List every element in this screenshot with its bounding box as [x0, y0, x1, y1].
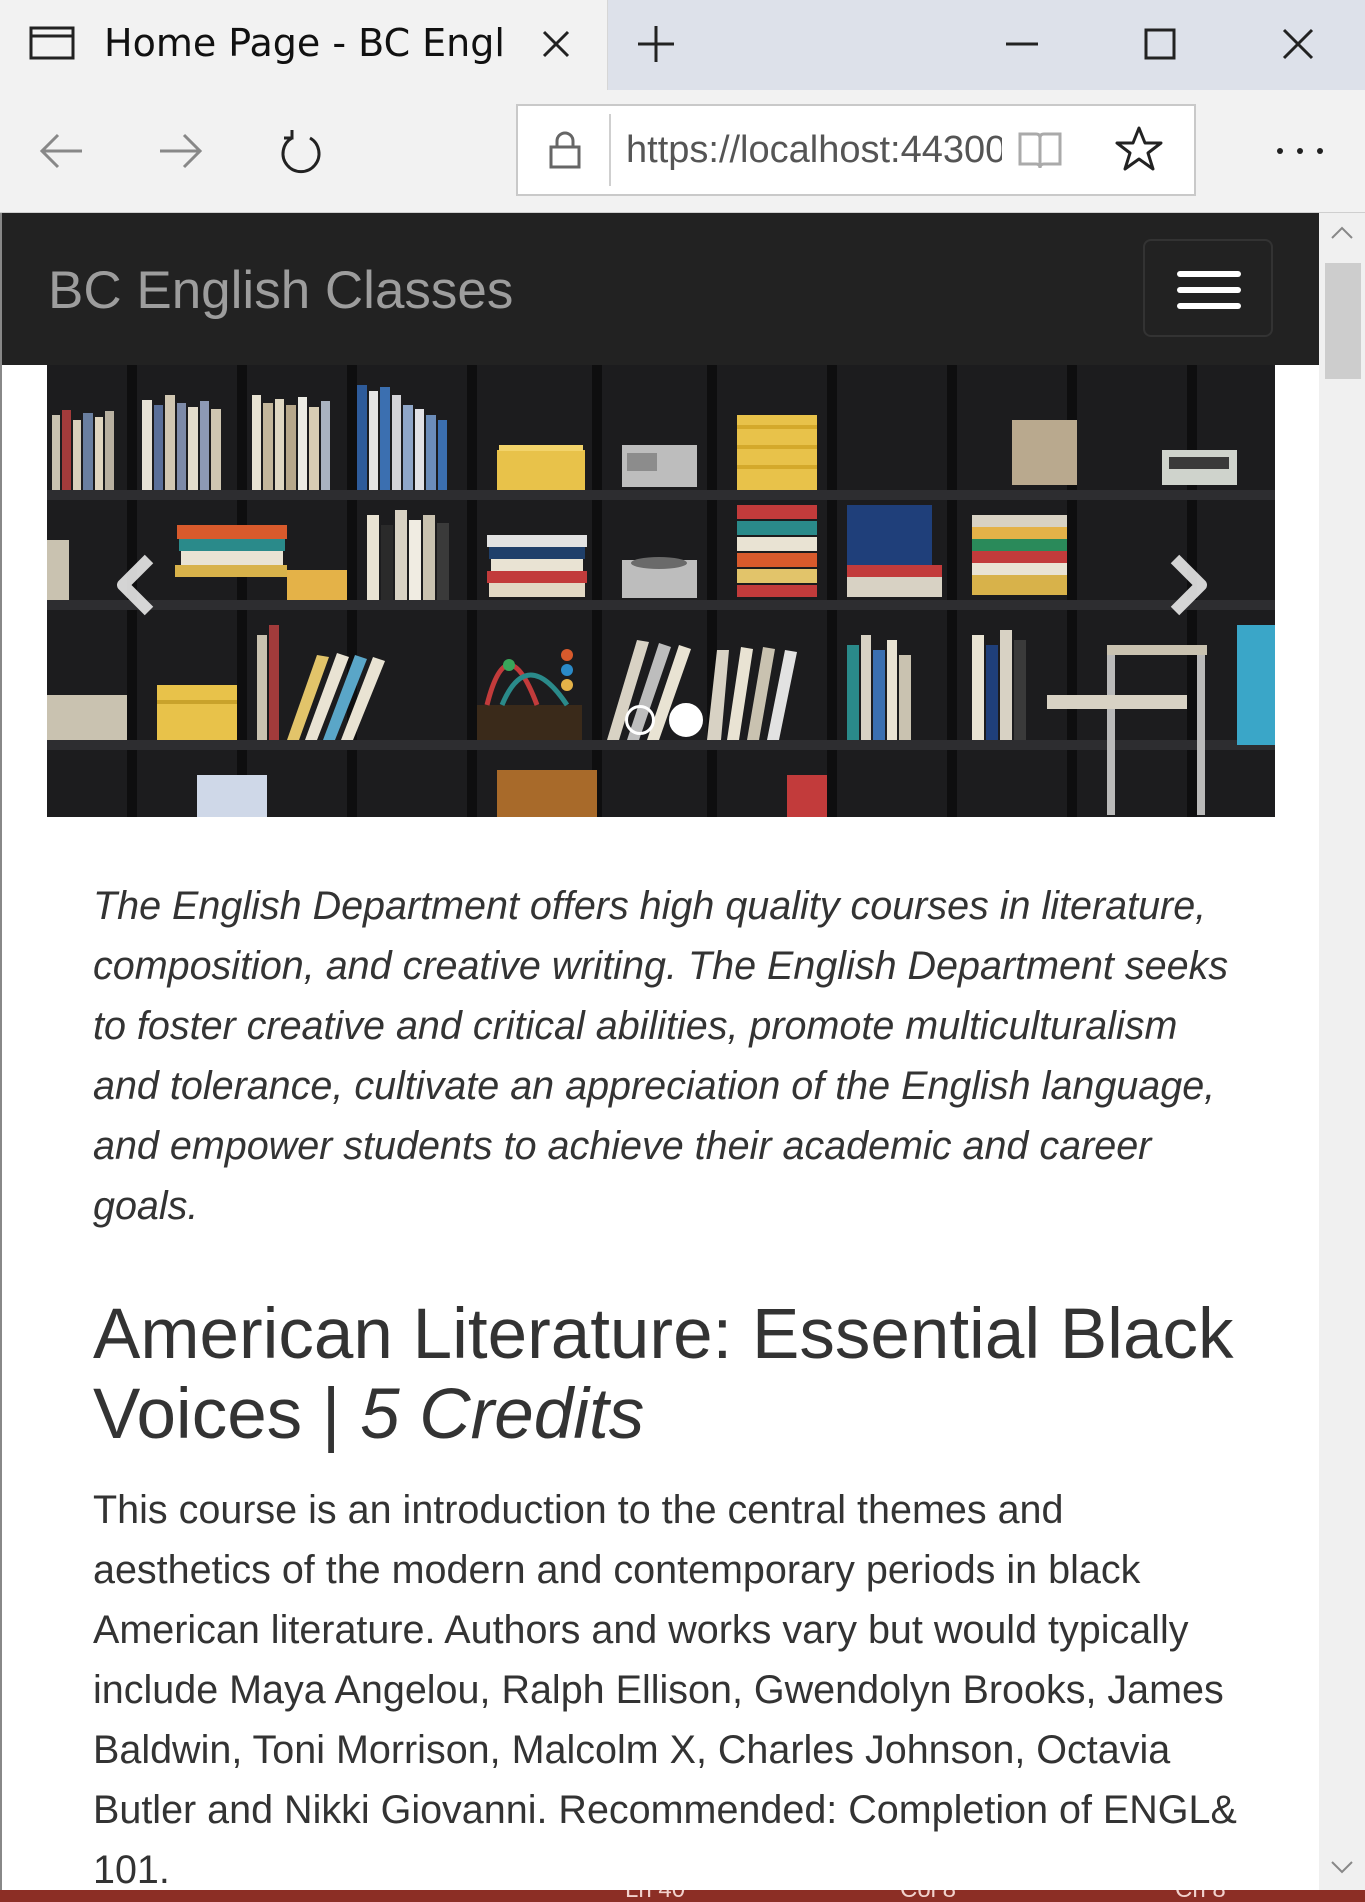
close-tab-icon[interactable]	[536, 24, 576, 64]
title-separator: |	[302, 1375, 361, 1454]
hamburger-icon-bar	[1177, 303, 1241, 309]
address-bar[interactable]: https://localhost:44300/	[516, 104, 1196, 196]
status-line: Ln 40	[625, 1890, 685, 1902]
course-description: This course is an introduction to the ce…	[93, 1480, 1243, 1890]
new-tab-icon[interactable]	[634, 22, 678, 66]
more-options-icon[interactable]	[1268, 126, 1332, 176]
status-ch: Ch 8	[1175, 1890, 1226, 1902]
taskbar-status-strip: Ln 40 Col 8 Ch 8	[0, 1890, 1365, 1902]
site-brand[interactable]: BC English Classes	[48, 259, 513, 323]
scrollbar-thumb[interactable]	[1325, 263, 1361, 379]
scroll-up-icon[interactable]	[1319, 213, 1365, 253]
course-name: American Literature: Essential Black Voi…	[93, 1295, 1234, 1454]
forward-arrow-icon[interactable]	[156, 126, 206, 176]
back-arrow-icon[interactable]	[36, 126, 86, 176]
course-title: American Literature: Essential Black Voi…	[93, 1295, 1243, 1455]
department-intro: The English Department offers high quali…	[93, 876, 1243, 1236]
reading-view-icon[interactable]	[1016, 128, 1064, 172]
refresh-icon[interactable]	[276, 126, 326, 176]
tab-title: Home Page - BC English Classes	[104, 21, 508, 65]
site-navbar: BC English Classes	[2, 213, 1319, 365]
scroll-down-icon[interactable]	[1319, 1847, 1365, 1887]
bookshelf-photo	[47, 365, 1275, 817]
carousel-prev-icon[interactable]	[107, 545, 167, 625]
maximize-icon[interactable]	[1138, 22, 1182, 66]
intro-text: The English Department offers high quali…	[93, 884, 1229, 1228]
course-credits: 5 Credits	[360, 1375, 645, 1454]
page-viewport: BC English Classes The English Departmen…	[0, 213, 1319, 1890]
favorite-star-icon[interactable]	[1114, 124, 1164, 174]
hamburger-icon-bar	[1177, 271, 1241, 277]
lock-icon	[549, 131, 581, 169]
url-divider	[609, 114, 611, 186]
carousel-indicator-2-active[interactable]	[669, 703, 703, 737]
course-description-text: This course is an introduction to the ce…	[93, 1488, 1237, 1890]
carousel-indicator-1[interactable]	[625, 705, 655, 735]
hamburger-icon-bar	[1177, 287, 1241, 293]
carousel-indicators	[619, 703, 729, 743]
page-icon	[29, 26, 75, 60]
close-window-icon[interactable]	[1276, 22, 1320, 66]
minimize-icon[interactable]	[1000, 22, 1044, 66]
carousel-next-icon[interactable]	[1157, 545, 1217, 625]
title-bar: Home Page - BC English Classes	[0, 0, 1365, 90]
url-text[interactable]: https://localhost:44300/	[626, 126, 1002, 174]
status-col: Col 8	[900, 1890, 956, 1902]
address-toolbar: https://localhost:44300/	[0, 90, 1365, 214]
navbar-toggle-button[interactable]	[1143, 239, 1273, 337]
browser-tab[interactable]: Home Page - BC English Classes	[0, 0, 608, 90]
image-carousel	[47, 365, 1275, 817]
vertical-scrollbar[interactable]	[1319, 213, 1365, 1890]
